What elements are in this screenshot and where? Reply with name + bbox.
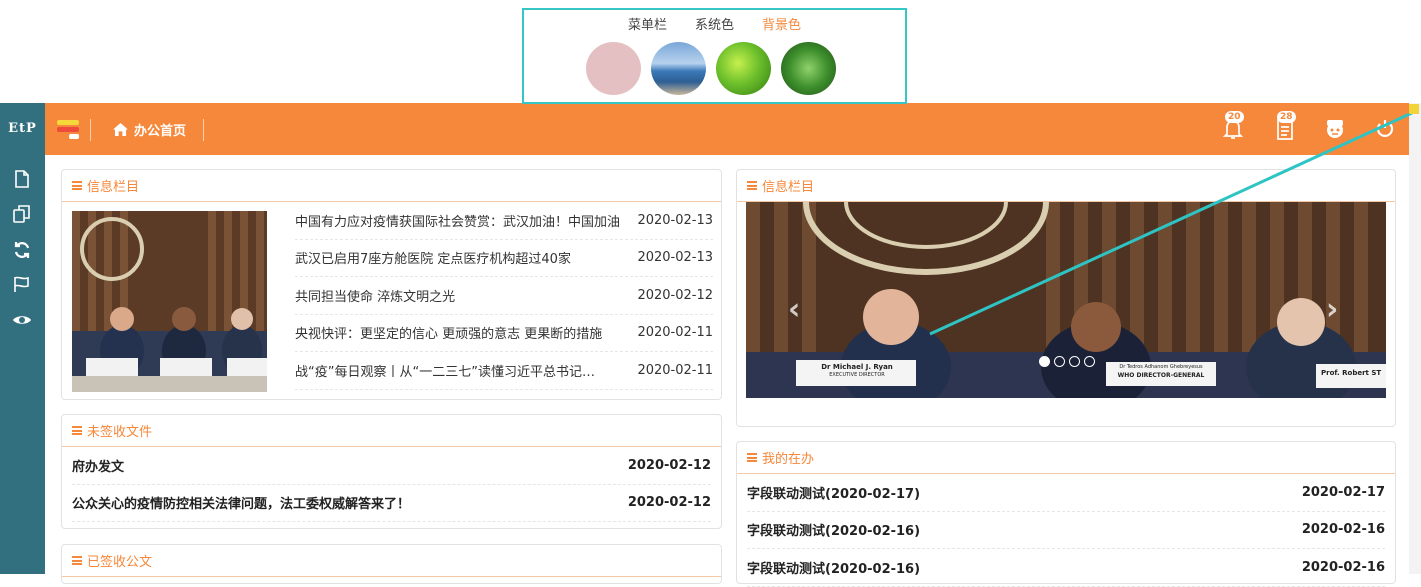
avatar-icon bbox=[1327, 120, 1343, 138]
doc-row[interactable]: 府办发文 2020-02-12 bbox=[72, 447, 711, 485]
tab-system-color[interactable]: 系统色 bbox=[695, 14, 734, 33]
news-title: 中国有力应对疫情获国际社会赞赏：武汉加油！中国加油 bbox=[295, 214, 621, 230]
doc-title: 府办发文 bbox=[72, 459, 125, 475]
refresh-icon[interactable] bbox=[12, 240, 32, 260]
panel-header: 已签收公文 bbox=[62, 545, 721, 577]
user-avatar[interactable] bbox=[1323, 117, 1347, 141]
doc-date: 2020-02-12 bbox=[627, 457, 711, 473]
task-title: 字段联动测试(2020-02-17) bbox=[747, 486, 921, 502]
task-date: 2020-02-16 bbox=[1301, 522, 1385, 538]
news-item[interactable]: 共同担当使命 淬炼文明之光 2020-02-12 bbox=[295, 277, 713, 315]
nameplate-ryan: Dr Michael J. Ryan bbox=[821, 363, 893, 371]
background-swatches bbox=[586, 42, 836, 95]
news-title: 武汉已启用7座方舱医院 定点医疗机构超过40家 bbox=[295, 252, 571, 268]
app-logo: EtP bbox=[8, 121, 37, 136]
news-item[interactable]: 战“疫”每日观察丨从“一二三七”读懂习近平总书记… 2020-02-11 bbox=[295, 352, 713, 390]
tab-background-color[interactable]: 背景色 bbox=[762, 14, 801, 33]
copy-icon[interactable] bbox=[12, 204, 32, 224]
unsigned-docs-panel: 未签收文件 府办发文 2020-02-12 公众关心的疫情防控相关法律问题，法工… bbox=[61, 414, 722, 529]
swatch-pink[interactable] bbox=[586, 42, 641, 95]
home-icon bbox=[113, 123, 128, 136]
nameplate-ryan-role: EXECUTIVE DIRECTOR bbox=[829, 372, 885, 378]
panel-title: 已签收公文 bbox=[87, 555, 153, 570]
power-icon bbox=[1376, 120, 1394, 137]
swatch-clover[interactable] bbox=[781, 42, 836, 95]
image-carousel[interactable]: Dr Michael J. Ryan EXECUTIVE DIRECTOR Dr… bbox=[746, 202, 1386, 398]
news-item[interactable]: 中国有力应对疫情获国际社会赞赏：武汉加油！中国加油 2020-02-13 bbox=[295, 202, 713, 240]
news-title: 央视快评：更坚定的信心 更顽强的意志 更果断的措施 bbox=[295, 327, 603, 343]
header-divider bbox=[90, 119, 91, 141]
file-icon[interactable] bbox=[12, 169, 32, 189]
swatch-sea[interactable] bbox=[651, 42, 706, 95]
news-date: 2020-02-13 bbox=[637, 212, 713, 228]
eye-icon[interactable] bbox=[12, 310, 32, 330]
list-icon bbox=[72, 426, 82, 435]
task-row[interactable]: 字段联动测试(2020-02-16) 2020-02-16 bbox=[747, 512, 1385, 549]
notifications-button[interactable]: 20 bbox=[1221, 111, 1245, 141]
home-tab-label: 办公首页 bbox=[134, 124, 187, 139]
tab-menubar[interactable]: 菜单栏 bbox=[628, 14, 667, 33]
documents-button[interactable]: 28 bbox=[1273, 111, 1297, 141]
panel-header: 信息栏目 bbox=[737, 170, 1395, 202]
carousel-next-icon[interactable]: › bbox=[1326, 292, 1338, 327]
panel-title: 未签收文件 bbox=[87, 425, 153, 440]
menu-toggle-icon[interactable] bbox=[57, 120, 79, 139]
list-icon bbox=[72, 556, 82, 565]
info-panel-right: 信息栏目 Dr Michael J. Ryan EXECUTIVE DIRECT… bbox=[736, 169, 1396, 427]
task-row[interactable]: 字段联动测试(2020-02-17) 2020-02-17 bbox=[747, 474, 1385, 512]
carousel-dot[interactable] bbox=[1039, 356, 1050, 367]
panel-title: 我的在办 bbox=[762, 452, 815, 467]
carousel-dot[interactable] bbox=[1054, 356, 1065, 367]
news-date: 2020-02-11 bbox=[637, 325, 713, 341]
carousel-dot[interactable] bbox=[1069, 356, 1080, 367]
nameplate-tedros: Dr Tedros Adhanom Ghebreyesus bbox=[1119, 364, 1203, 370]
task-date: 2020-02-16 bbox=[1301, 559, 1385, 575]
news-item[interactable]: 武汉已启用7座方舱医院 定点医疗机构超过40家 2020-02-13 bbox=[295, 240, 713, 277]
doc-title: 公众关心的疫情防控相关法律问题，法工委权威解答来了！ bbox=[72, 497, 411, 513]
my-tasks-panel: 我的在办 字段联动测试(2020-02-17) 2020-02-17 字段联动测… bbox=[736, 441, 1396, 587]
task-date: 2020-02-17 bbox=[1301, 484, 1385, 500]
news-title: 战“疫”每日观察丨从“一二三七”读懂习近平总书记… bbox=[295, 364, 595, 380]
panel-title: 信息栏目 bbox=[87, 180, 140, 195]
logout-button[interactable] bbox=[1373, 117, 1397, 141]
theme-picker-popup: 菜单栏 系统色 背景色 bbox=[522, 8, 907, 104]
panel-header: 信息栏目 bbox=[62, 170, 721, 202]
swatch-leaf[interactable] bbox=[716, 42, 771, 95]
carousel-dot[interactable] bbox=[1084, 356, 1095, 367]
sidebar: EtP bbox=[0, 103, 45, 574]
signed-docs-panel: 已签收公文 bbox=[61, 544, 722, 584]
news-photo[interactable] bbox=[72, 211, 267, 392]
panel-header: 未签收文件 bbox=[62, 415, 721, 447]
doc-row[interactable]: 公众关心的疫情防控相关法律问题，法工委权威解答来了！ 2020-02-12 bbox=[72, 485, 711, 522]
news-title: 共同担当使命 淬炼文明之光 bbox=[295, 289, 456, 305]
news-date: 2020-02-12 bbox=[637, 287, 713, 303]
panel-header: 我的在办 bbox=[737, 442, 1395, 474]
my-tasks-list: 字段联动测试(2020-02-17) 2020-02-17 字段联动测试(202… bbox=[737, 474, 1395, 587]
news-date: 2020-02-11 bbox=[637, 362, 713, 378]
news-date: 2020-02-13 bbox=[637, 250, 713, 266]
list-icon bbox=[747, 453, 757, 462]
task-row[interactable]: 字段联动测试(2020-02-16) 2020-02-16 bbox=[747, 549, 1385, 587]
news-list: 中国有力应对疫情获国际社会赞赏：武汉加油！中国加油 2020-02-13 武汉已… bbox=[295, 202, 713, 390]
document-count-badge: 28 bbox=[1277, 111, 1296, 123]
nameplate-robert: Prof. Robert ST bbox=[1321, 369, 1382, 377]
unsigned-docs-list: 府办发文 2020-02-12 公众关心的疫情防控相关法律问题，法工委权威解答来… bbox=[62, 447, 721, 522]
tab-home[interactable]: 办公首页 bbox=[113, 120, 186, 139]
panel-title: 信息栏目 bbox=[762, 180, 815, 195]
list-icon bbox=[72, 181, 82, 190]
info-panel-left: 信息栏目 中国有力应对疫情获国际社会赞赏：武汉加油！中国加油 2020-02-1… bbox=[61, 169, 722, 400]
carousel-indicators bbox=[1039, 356, 1095, 367]
nameplate-tedros-role: WHO DIRECTOR-GENERAL bbox=[1117, 372, 1205, 379]
theme-tabs: 菜单栏 系统色 背景色 bbox=[524, 14, 905, 33]
list-icon bbox=[747, 181, 757, 190]
header-divider bbox=[203, 119, 204, 141]
flag-icon[interactable] bbox=[12, 274, 32, 294]
news-item[interactable]: 央视快评：更坚定的信心 更顽强的意志 更果断的措施 2020-02-11 bbox=[295, 315, 713, 352]
notification-count-badge: 20 bbox=[1225, 111, 1244, 123]
top-header: 办公首页 20 28 bbox=[45, 103, 1421, 155]
task-title: 字段联动测试(2020-02-16) bbox=[747, 524, 921, 540]
doc-date: 2020-02-12 bbox=[627, 495, 711, 511]
carousel-prev-icon[interactable]: ‹ bbox=[788, 292, 800, 327]
vertical-scrollbar[interactable] bbox=[1409, 103, 1421, 574]
